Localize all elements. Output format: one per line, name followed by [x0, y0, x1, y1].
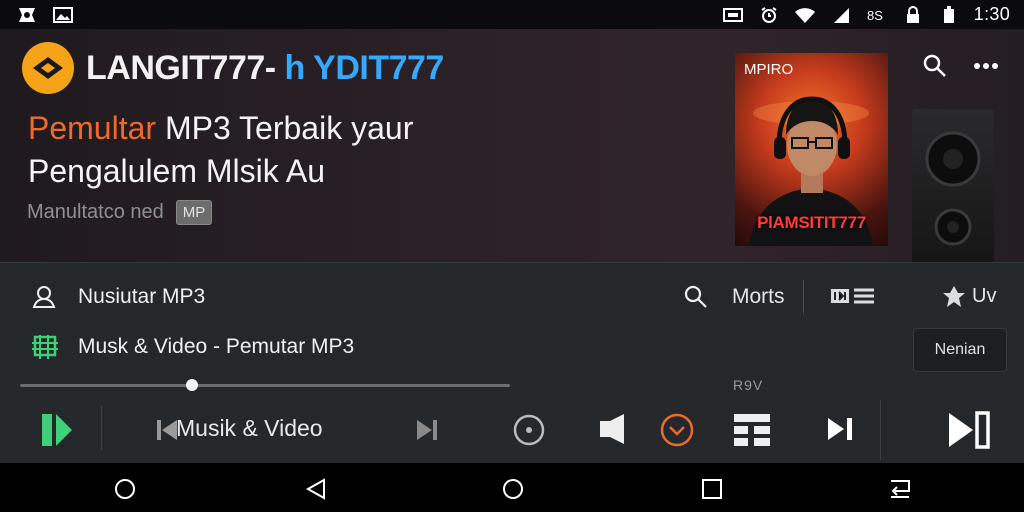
status-bar: 8S 1:30: [0, 0, 1024, 29]
system-nav-bar: [0, 463, 1024, 512]
home-icon[interactable]: [500, 476, 526, 502]
cover-top-text: MPIRO: [744, 61, 794, 78]
back-icon[interactable]: [303, 476, 329, 502]
hero-banner: LANGIT777- h YDIT777 Pemultar MP3 Terbai…: [0, 29, 1024, 262]
chevron-down-icon[interactable]: [659, 412, 695, 448]
nenian-button[interactable]: Nenian: [913, 328, 1007, 372]
equalizer-icon[interactable]: [732, 411, 772, 449]
seek-bar[interactable]: [20, 379, 510, 391]
seek-thumb[interactable]: [185, 379, 198, 391]
lock-icon: [902, 5, 924, 24]
wifi-icon: [794, 6, 816, 24]
headline-accent: Pemultar: [28, 110, 157, 146]
divider: [803, 280, 804, 314]
mp3-badge: MP: [175, 200, 213, 225]
brand-name-suffix: h YDIT777: [284, 48, 445, 87]
battery-icon: [938, 5, 960, 24]
list-view-icon[interactable]: [830, 286, 876, 306]
recents-icon[interactable]: [699, 476, 725, 502]
next-track-icon[interactable]: [415, 418, 439, 442]
track-subtitle: Musk & Video - Pemutar MP3: [78, 335, 355, 358]
more-options-icon[interactable]: [972, 53, 1000, 79]
status-clock: 1:30: [973, 4, 1010, 24]
hero-subtitle-row: Manultatco ned MP: [27, 200, 213, 225]
now-playing-label: Musik & Video: [176, 415, 323, 441]
divider: [101, 406, 102, 450]
rev-label: R9V: [733, 377, 764, 393]
rotate-icon[interactable]: [887, 476, 913, 502]
music-video-icon: [30, 333, 60, 361]
record-icon[interactable]: [512, 413, 546, 447]
more-button[interactable]: Morts: [732, 285, 785, 309]
playback-controls: Musik & Video: [0, 398, 1024, 464]
speaker-image: [912, 109, 994, 262]
brand-name-prefix: LANGIT777-: [86, 48, 276, 87]
player-panel: Nusiutar MP3 Morts Uv Musk & Video - Pem…: [0, 262, 1024, 463]
signal-icon: [830, 6, 852, 24]
player-title: Nusiutar MP3: [78, 285, 206, 308]
pin-icon[interactable]: [941, 284, 967, 310]
brand-name: LANGIT777- h YDIT777: [86, 49, 444, 88]
circle-icon[interactable]: [112, 476, 138, 502]
hero-headline: Pemultar MP3 Terbaik yaur Pengalulem Mls…: [28, 107, 413, 193]
pin-label[interactable]: Uv: [972, 285, 996, 308]
hero-subtitle: Manultatco ned: [27, 201, 164, 223]
alarm-icon: [758, 6, 780, 24]
headline-rest: MP3 Terbaik yaur: [156, 110, 414, 146]
user-icon[interactable]: [30, 283, 58, 311]
data-icon: 8S: [866, 6, 888, 24]
album-cover[interactable]: MPIRO PlAMSITIT777: [735, 53, 888, 246]
brand-header: LANGIT777- h YDIT777: [22, 42, 444, 94]
previous-icon[interactable]: [156, 418, 178, 442]
volume-icon[interactable]: [598, 412, 628, 446]
divider: [880, 400, 881, 460]
svg-text:8S: 8S: [867, 8, 883, 23]
pause-icon[interactable]: [40, 411, 74, 449]
play-icon[interactable]: [946, 410, 992, 450]
cover-bottom-text: PlAMSITIT777: [757, 213, 866, 232]
search-icon[interactable]: [922, 53, 948, 79]
cast-icon: [722, 6, 744, 24]
player-title-row: Nusiutar MP3 Morts Uv: [0, 263, 1024, 329]
image-icon: [52, 6, 74, 24]
brand-logo-icon: [22, 42, 74, 94]
headline-line2: Pengalulem Mlsik Au: [28, 153, 326, 189]
app-icon: [16, 6, 38, 24]
play-next-icon[interactable]: [826, 416, 854, 442]
search-icon[interactable]: [683, 284, 709, 310]
